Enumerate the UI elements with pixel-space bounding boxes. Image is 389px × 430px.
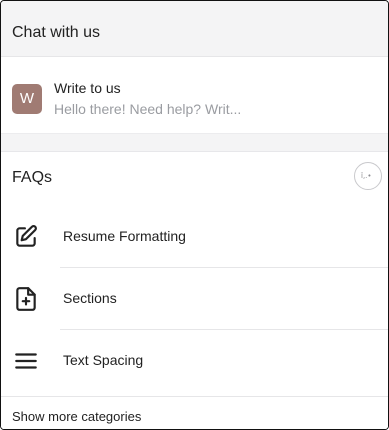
chat-widget-panel: Chat with us W Write to us Hello there! … [0,0,389,430]
show-more-categories-button[interactable]: Show more categories [1,396,388,429]
faq-item-label: Text Spacing [63,352,144,368]
chat-header: Chat with us [1,1,388,57]
faq-item-text-spacing[interactable]: Text Spacing [1,330,388,392]
faq-item-sections[interactable]: Sections [1,268,388,330]
add-file-icon [16,287,36,311]
faq-item-resume-formatting[interactable]: Resume Formatting [1,206,388,268]
faq-section-title: FAQs [12,169,53,186]
show-more-label: Show more categories [12,409,142,424]
conversation-write-to-us[interactable]: W Write to us Hello there! Need help? Wr… [1,57,388,134]
faq-item-label: Resume Formatting [63,228,186,244]
svg-text:ï,.•: ï,.• [360,172,372,180]
faq-section: FAQs ï,.• Resume Formatting Sections Tex… [1,151,388,429]
edit-icon [16,225,37,247]
conversation-preview: Hello there! Need help? Writ... [54,101,242,117]
avatar: W [12,84,42,114]
loading-dots-icon: ï,.• [354,162,382,190]
conversation-name: Write to us [54,80,121,96]
faq-item-label: Sections [63,290,117,306]
menu-icon [15,353,37,369]
chat-section-title: Chat with us [12,24,101,41]
